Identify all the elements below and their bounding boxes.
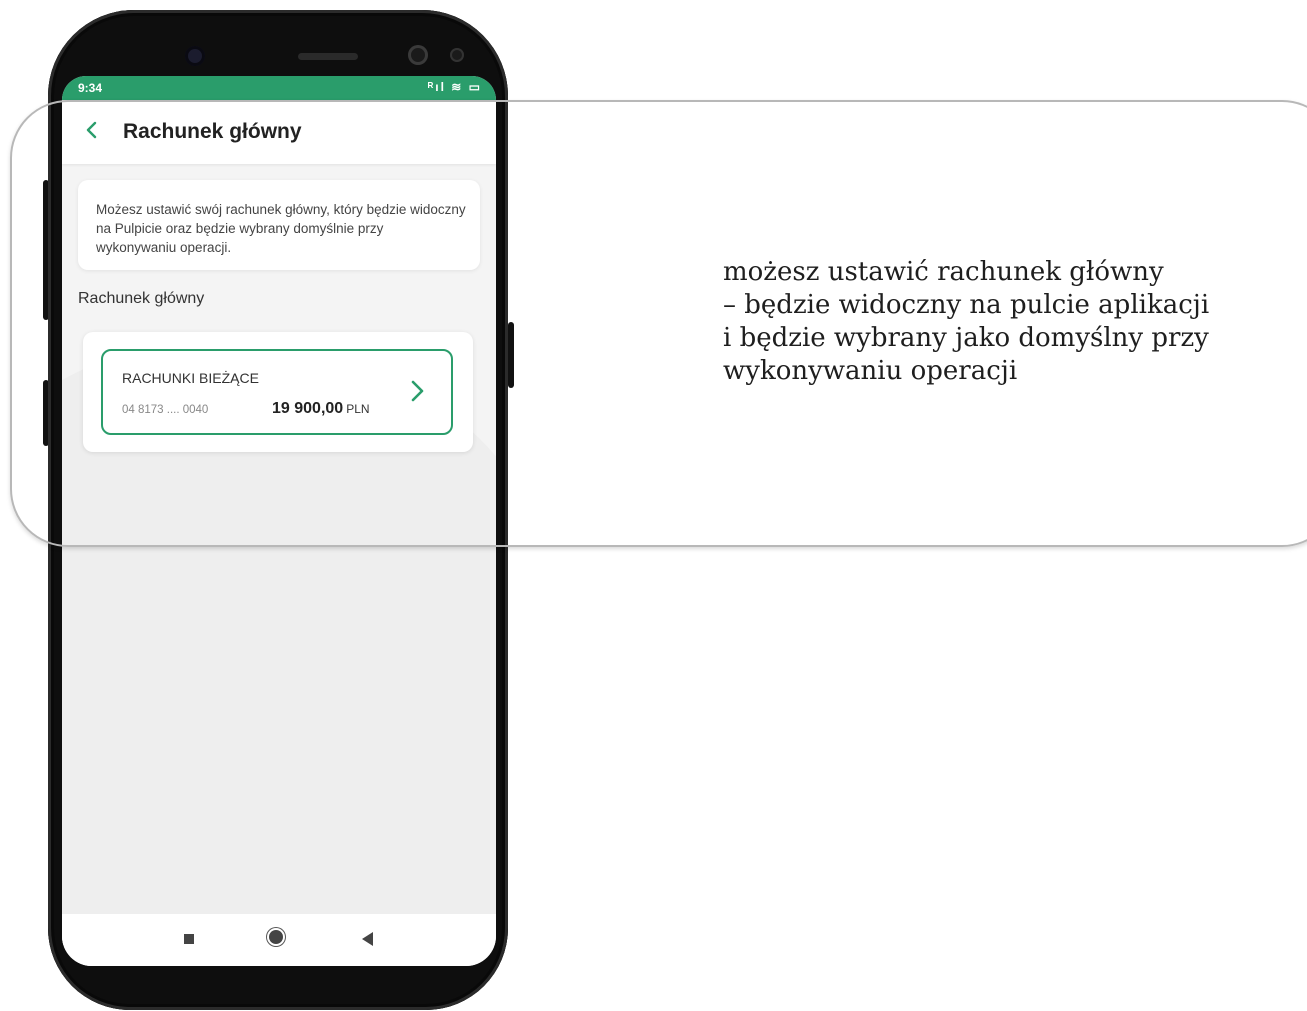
account-list: RACHUNKI BIEŻĄCE 04 8173 .... 0040 19 90…	[83, 332, 473, 452]
app-header: Rachunek główny	[62, 100, 496, 164]
account-item[interactable]: RACHUNKI BIEŻĄCE 04 8173 .... 0040 19 90…	[101, 349, 453, 435]
info-text: Możesz ustawić swój rachunek główny, któ…	[96, 202, 466, 255]
android-nav-bar	[62, 914, 496, 966]
sensor-small-icon	[450, 48, 464, 62]
annotation-line: – będzie widoczny na pulcie aplikacji	[723, 290, 1210, 320]
camera-icon	[185, 46, 205, 66]
status-bar: 9:34 ᴿıl ≋ ▭	[62, 76, 496, 100]
status-icons: ᴿıl ≋ ▭	[427, 80, 482, 94]
phone-screen: 9:34 ᴿıl ≋ ▭ Rachunek główny Możesz usta…	[62, 76, 496, 966]
annotation-line: wykonywaniu operacji	[723, 356, 1018, 386]
account-name: RACHUNKI BIEŻĄCE	[122, 370, 259, 386]
account-balance: 19 900,00 PLN	[272, 400, 370, 418]
status-time: 9:34	[78, 81, 103, 95]
home-icon[interactable]	[269, 930, 283, 944]
back-triangle-icon[interactable]	[362, 932, 373, 946]
chevron-right-icon[interactable]	[409, 377, 427, 405]
annotation-line: możesz ustawić rachunek główny	[723, 257, 1164, 287]
chevron-left-icon[interactable]	[80, 118, 104, 142]
power-button	[508, 322, 514, 388]
recent-apps-icon[interactable]	[184, 934, 194, 944]
annotation-text: możesz ustawić rachunek główny – będzie …	[723, 256, 1283, 388]
speaker-grille	[298, 53, 358, 60]
balance-currency: PLN	[346, 402, 370, 416]
page-title: Rachunek główny	[123, 120, 302, 143]
balance-amount: 19 900,00	[272, 400, 344, 417]
annotation-line: i będzie wybrany jako domyślny przy	[723, 323, 1209, 353]
account-number: 04 8173 .... 0040	[122, 404, 209, 416]
sensor-icon	[408, 45, 428, 65]
info-card: Możesz ustawić swój rachunek główny, któ…	[78, 180, 480, 270]
section-label: Rachunek główny	[78, 290, 205, 307]
